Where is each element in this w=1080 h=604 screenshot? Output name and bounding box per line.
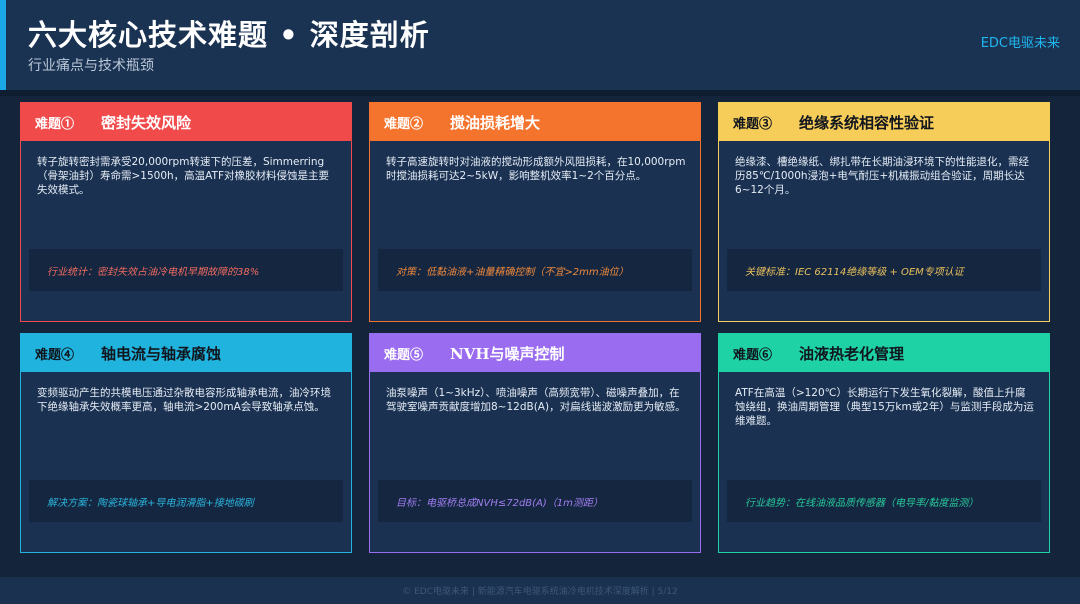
card-header: 难题④ 轴电流与轴承腐蚀 <box>21 334 351 372</box>
card-description: 转子旋转密封需承受20,000rpm转速下的压差，Simmerring（骨架油封… <box>37 156 329 196</box>
card-header: 难题③ 绝缘系统相容性验证 <box>719 103 1049 141</box>
card-number: 难题② <box>384 116 424 132</box>
card-number: 难题① <box>35 116 75 132</box>
card-header: 难题① 密封失效风险 <box>21 103 351 141</box>
card-number: 难题⑤ <box>384 347 424 363</box>
card-header: 难题⑥ 油液热老化管理 <box>719 334 1049 372</box>
card-number: 难题⑥ <box>733 347 773 363</box>
card-title: NVH与噪声控制 <box>450 344 565 363</box>
card-description: ATF在高温（>120℃）长期运行下发生氧化裂解，酸值上升腐蚀绕组，换油周期管理… <box>735 387 1034 427</box>
header-divider <box>0 90 1080 96</box>
card-description: 油泵噪声（1~3kHz）、喷油噪声（高频宽带）、磁噪声叠加，在驾驶室噪声贡献度增… <box>386 387 686 413</box>
card-description: 转子高速旋转时对油液的搅动形成额外风阻损耗，在10,000rpm时搅油损耗可达2… <box>386 156 686 182</box>
header-accent-bar <box>0 0 6 90</box>
card-shaft-current: 难题④ 轴电流与轴承腐蚀 变频驱动产生的共模电压通过杂散电容形成轴承电流，油冷环… <box>20 333 352 553</box>
card-note: 解决方案：陶瓷球轴承+导电润滑脂+接地碳刷 <box>29 480 343 522</box>
card-number: 难题③ <box>733 116 773 132</box>
card-note: 关键标准：IEC 62114绝缘等级 + OEM专项认证 <box>727 249 1041 291</box>
page-subtitle: 行业痛点与技术瓶颈 <box>28 58 154 74</box>
card-title: 搅油损耗增大 <box>450 113 541 132</box>
card-note: 行业趋势：在线油液品质传感器（电导率/黏度监测） <box>727 480 1041 522</box>
card-note: 行业统计：密封失效占油冷电机早期故障的38% <box>29 249 343 291</box>
card-insulation-compatibility: 难题③ 绝缘系统相容性验证 绝缘漆、槽绝缘纸、绑扎带在长期油浸环境下的性能退化，… <box>718 102 1050 322</box>
card-header: 难题⑤ NVH与噪声控制 <box>370 334 700 372</box>
card-nvh-noise: 难题⑤ NVH与噪声控制 油泵噪声（1~3kHz）、喷油噪声（高频宽带）、磁噪声… <box>369 333 701 553</box>
card-oil-aging: 难题⑥ 油液热老化管理 ATF在高温（>120℃）长期运行下发生氧化裂解，酸值上… <box>718 333 1050 553</box>
card-title: 轴电流与轴承腐蚀 <box>101 344 222 363</box>
card-description: 变频驱动产生的共模电压通过杂散电容形成轴承电流，油冷环境下绝缘轴承失效概率更高，… <box>37 387 331 413</box>
footer-text: © EDC电驱未来 | 新能源汽车电驱系统油冷电机技术深度解析 | 5/12 <box>0 577 1080 604</box>
card-churning-loss: 难题② 搅油损耗增大 转子高速旋转时对油液的搅动形成额外风阻损耗，在10,000… <box>369 102 701 322</box>
card-title: 密封失效风险 <box>101 113 192 132</box>
card-header: 难题② 搅油损耗增大 <box>370 103 700 141</box>
header-bar: 六大核心技术难题 • 深度剖析 行业痛点与技术瓶颈 EDC电驱未来 <box>0 0 1080 91</box>
card-number: 难题④ <box>35 347 75 363</box>
card-title: 油液热老化管理 <box>799 344 905 363</box>
card-note: 目标：电驱桥总成NVH≤72dB(A)（1m测距） <box>378 480 692 522</box>
card-note: 对策：低黏油液+油量精确控制（不宜>2mm油位） <box>378 249 692 291</box>
page-title: 六大核心技术难题 • 深度剖析 <box>28 18 430 52</box>
card-description: 绝缘漆、槽绝缘纸、绑扎带在长期油浸环境下的性能退化，需经历85℃/1000h浸泡… <box>735 156 1029 196</box>
card-seal-failure: 难题① 密封失效风险 转子旋转密封需承受20,000rpm转速下的压差，Simm… <box>20 102 352 322</box>
card-title: 绝缘系统相容性验证 <box>799 113 935 132</box>
brand-label: EDC电驱未来 <box>980 36 1060 51</box>
